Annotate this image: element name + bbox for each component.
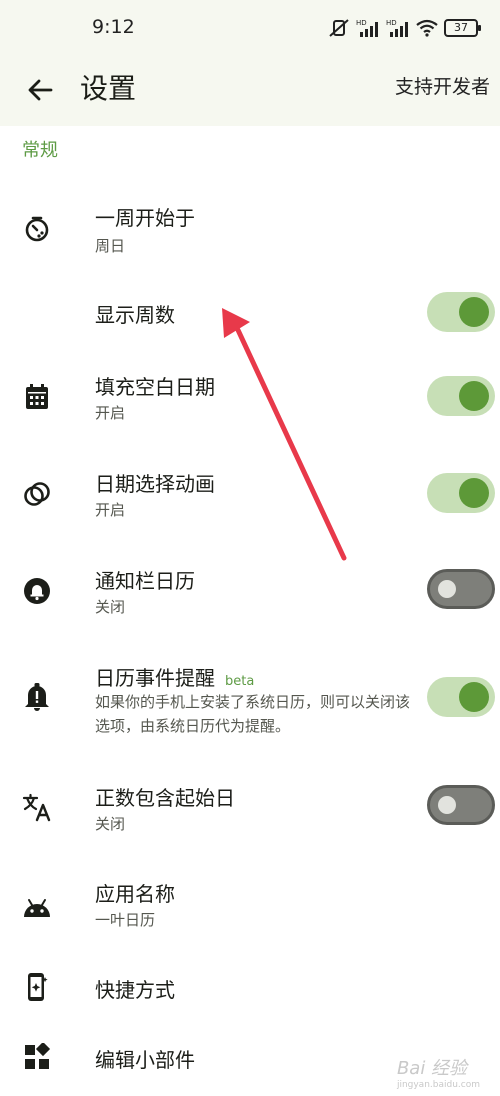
app-bar: 设置 支持开发者 bbox=[0, 56, 500, 126]
setting-value: 开启 bbox=[95, 404, 126, 422]
toggle-switch-count-includes-start-day[interactable] bbox=[427, 785, 495, 825]
signal-hd-icon: HD bbox=[356, 19, 378, 37]
setting-fill-blank-dates[interactable]: 填充空白日期 开启 bbox=[0, 360, 500, 440]
bell-alert-icon bbox=[22, 682, 52, 712]
setting-title: 填充空白日期 bbox=[95, 375, 215, 399]
toggle-switch-calendar-event-reminder[interactable] bbox=[427, 677, 495, 717]
watermark-sub: jingyan.baidu.com bbox=[396, 1080, 480, 1090]
toggle-switch-show-week-numbers[interactable] bbox=[427, 292, 495, 332]
rings-icon bbox=[22, 479, 52, 509]
support-developer-button[interactable]: 支持开发者 bbox=[395, 72, 490, 99]
shortcut-icon bbox=[22, 972, 52, 1002]
setting-title: 应用名称 bbox=[95, 882, 175, 906]
timer-icon bbox=[22, 214, 52, 244]
setting-value: 周日 bbox=[95, 237, 126, 255]
setting-title: 一周开始于 bbox=[95, 206, 195, 230]
setting-title: 快捷方式 bbox=[95, 978, 175, 1002]
watermark: Bai 经验 jingyan.baidu.com bbox=[397, 1054, 480, 1090]
svg-text:HD: HD bbox=[356, 19, 367, 27]
setting-title: 编辑小部件 bbox=[95, 1048, 195, 1072]
calendar-grid-icon bbox=[22, 382, 52, 412]
setting-title: 日期选择动画 bbox=[95, 472, 215, 496]
setting-value: 关闭 bbox=[95, 815, 126, 833]
back-button[interactable] bbox=[20, 70, 60, 110]
android-icon bbox=[22, 892, 52, 922]
setting-title: 显示周数 bbox=[95, 303, 175, 327]
setting-value: 关闭 bbox=[95, 598, 126, 616]
vibrate-off-icon bbox=[329, 19, 349, 37]
status-icons: HD HD 37 bbox=[328, 14, 481, 42]
setting-week-start[interactable]: 一周开始于 周日 bbox=[0, 188, 500, 268]
setting-app-name[interactable]: 应用名称 一叶日历 bbox=[0, 868, 500, 948]
setting-title: 日历事件提醒 beta bbox=[95, 662, 254, 691]
setting-value: 开启 bbox=[95, 501, 126, 519]
battery-icon: 37 bbox=[444, 19, 481, 37]
svg-text:HD: HD bbox=[386, 19, 397, 27]
status-bar: 9:12 HD HD 37 bbox=[0, 0, 500, 56]
setting-title: 通知栏日历 bbox=[95, 569, 195, 593]
toggle-switch-date-selection-animation[interactable] bbox=[427, 473, 495, 513]
setting-notification-calendar[interactable]: 通知栏日历 关闭 bbox=[0, 554, 500, 634]
toggle-switch-notification-calendar[interactable] bbox=[427, 569, 495, 609]
section-header-general: 常规 bbox=[22, 140, 58, 161]
setting-count-includes-start-day[interactable]: 正数包含起始日 关闭 bbox=[0, 772, 500, 852]
beta-badge: beta bbox=[225, 674, 255, 689]
status-time: 9:12 bbox=[92, 16, 135, 38]
watermark-main: Bai 经验 bbox=[396, 1058, 468, 1079]
toggle-switch-fill-blank-dates[interactable] bbox=[427, 376, 495, 416]
setting-title-text: 日历事件提醒 bbox=[95, 666, 215, 690]
setting-value: 一叶日历 bbox=[95, 911, 156, 929]
setting-date-selection-animation[interactable]: 日期选择动画 开启 bbox=[0, 457, 500, 537]
setting-title: 正数包含起始日 bbox=[95, 786, 235, 810]
setting-show-week-numbers[interactable]: 显示周数 bbox=[0, 285, 500, 340]
arrow-left-icon bbox=[28, 79, 53, 101]
wifi-icon bbox=[416, 19, 438, 37]
page-title: 设置 bbox=[80, 72, 137, 105]
translate-icon bbox=[22, 792, 52, 822]
setting-description: 如果你的手机上安装了系统日历，则可以关闭该选项，由系统日历代为提醒。 bbox=[95, 693, 411, 735]
bell-circle-icon bbox=[22, 576, 52, 606]
setting-shortcuts[interactable]: 快捷方式 bbox=[0, 960, 500, 1015]
signal-hd-icon-2: HD bbox=[386, 19, 408, 37]
setting-calendar-event-reminder[interactable]: 日历事件提醒 beta 如果你的手机上安装了系统日历，则可以关闭该选项，由系统日历… bbox=[0, 652, 500, 752]
widgets-icon bbox=[22, 1042, 52, 1072]
